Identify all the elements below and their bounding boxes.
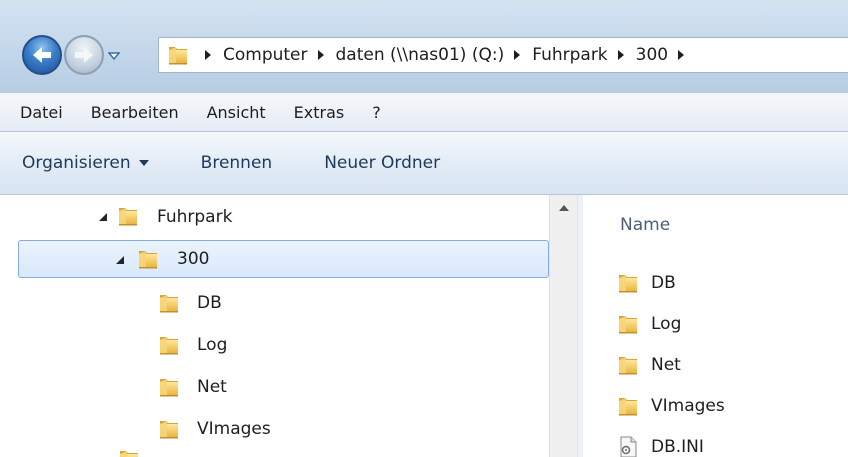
- menu-bar: Datei Bearbeiten Ansicht Extras ?: [0, 92, 848, 132]
- breadcrumb-fuhrpark[interactable]: Fuhrpark: [504, 45, 608, 65]
- menu-bearbeiten[interactable]: Bearbeiten: [77, 103, 193, 122]
- tree-item-fuhrpark[interactable]: Fuhrpark: [0, 198, 540, 236]
- chevron-right-icon[interactable]: [203, 49, 213, 61]
- organize-label: Organisieren: [22, 153, 131, 173]
- file-list-pane[interactable]: Name DB Log Net VImages DB.INI: [583, 195, 848, 457]
- address-bar[interactable]: Computer daten (\\nas01) (Q:) Fuhrpark 3…: [158, 37, 848, 73]
- tree-item-log[interactable]: Log: [0, 326, 540, 364]
- chevron-right-icon[interactable]: [512, 49, 522, 61]
- address-band: Computer daten (\\nas01) (Q:) Fuhrpark 3…: [0, 0, 848, 92]
- folder-icon: [617, 394, 639, 418]
- folder-icon: [158, 291, 180, 315]
- menu-extras[interactable]: Extras: [280, 103, 359, 122]
- navigation-pane[interactable]: Fuhrpark 300 DB Log Net VImages: [0, 195, 577, 457]
- back-button[interactable]: [22, 35, 62, 75]
- file-name: VImages: [651, 396, 725, 416]
- tree-item-vimages[interactable]: VImages: [0, 410, 540, 448]
- menu-datei[interactable]: Datei: [0, 103, 77, 122]
- folder-icon: [158, 333, 180, 357]
- chevron-right-icon[interactable]: [316, 49, 326, 61]
- breadcrumb-drive[interactable]: daten (\\nas01) (Q:): [308, 45, 505, 65]
- file-item-log[interactable]: Log: [617, 305, 681, 343]
- folder-icon: [617, 312, 639, 336]
- command-bar: Organisieren Brennen Neuer Ordner: [0, 132, 848, 195]
- expanded-triangle-icon[interactable]: [98, 212, 108, 222]
- menu-help[interactable]: ?: [358, 103, 395, 122]
- chevron-down-icon: [138, 160, 149, 166]
- tree-item-300[interactable]: 300: [18, 240, 549, 278]
- tree-item-label: Fuhrpark: [157, 207, 233, 227]
- file-name: Log: [651, 314, 682, 334]
- ini-file-icon: [620, 436, 637, 457]
- tree-item-label: DB: [197, 293, 222, 313]
- tree-item-label: Net: [197, 377, 227, 397]
- file-item-db[interactable]: DB: [617, 264, 676, 302]
- menu-ansicht[interactable]: Ansicht: [193, 103, 280, 122]
- forward-button[interactable]: [64, 35, 104, 75]
- file-item-db-ini[interactable]: DB.INI: [617, 428, 704, 457]
- tree-item-label: 300: [177, 249, 210, 269]
- breadcrumb-label: daten (\\nas01) (Q:): [335, 45, 505, 65]
- forward-arrow-icon: [75, 47, 93, 63]
- folder-icon: [158, 375, 180, 399]
- file-name: DB: [651, 273, 676, 293]
- burn-button[interactable]: Brennen: [175, 153, 299, 173]
- file-item-net[interactable]: Net: [617, 346, 681, 384]
- breadcrumb-label: 300: [635, 45, 669, 65]
- tree-item-label: VImages: [197, 419, 271, 439]
- back-arrow-icon: [33, 47, 51, 63]
- folder-icon: [117, 204, 139, 228]
- folder-icon: [118, 447, 140, 457]
- file-name: DB.INI: [651, 437, 704, 457]
- organize-button[interactable]: Organisieren: [0, 153, 175, 173]
- burn-label: Brennen: [200, 153, 273, 173]
- breadcrumb-computer[interactable]: Computer: [195, 45, 308, 65]
- folder-icon: [167, 42, 189, 68]
- breadcrumb-label: Fuhrpark: [532, 45, 608, 65]
- new-folder-label: Neuer Ordner: [324, 153, 441, 173]
- chevron-right-icon[interactable]: [616, 49, 626, 61]
- folder-icon: [617, 271, 639, 295]
- new-folder-button[interactable]: Neuer Ordner: [298, 153, 466, 173]
- recent-pages-dropdown-icon[interactable]: [108, 51, 120, 61]
- tree-item-net[interactable]: Net: [0, 368, 540, 406]
- breadcrumb-300[interactable]: 300: [608, 45, 696, 65]
- folder-icon: [137, 247, 159, 271]
- navigation-scrollbar[interactable]: [549, 195, 577, 457]
- column-header-name[interactable]: Name: [620, 215, 670, 235]
- tree-item-db[interactable]: DB: [0, 284, 540, 322]
- folder-icon: [617, 353, 639, 377]
- expanded-triangle-icon[interactable]: [115, 255, 125, 265]
- tree-item-label: Log: [197, 335, 228, 355]
- breadcrumb-label: Computer: [223, 45, 308, 65]
- chevron-right-icon[interactable]: [676, 49, 686, 61]
- scroll-up-arrow-icon[interactable]: [559, 204, 569, 211]
- file-name: Net: [651, 355, 681, 375]
- file-item-vimages[interactable]: VImages: [617, 387, 725, 425]
- folder-icon: [158, 417, 180, 441]
